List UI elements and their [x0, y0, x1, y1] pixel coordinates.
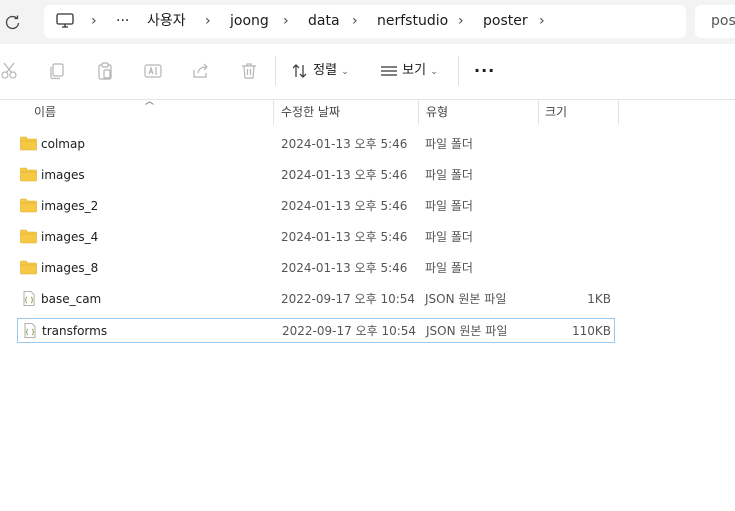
- chevron-down-icon: ⌄: [430, 67, 438, 77]
- file-size: 1KB: [587, 292, 611, 306]
- chevron-right-icon[interactable]: ›: [205, 5, 211, 38]
- folder-icon: [20, 136, 37, 151]
- file-date: 2024-01-13 오후 5:46: [281, 199, 408, 213]
- file-date: 2024-01-13 오후 5:46: [281, 168, 408, 182]
- file-size: 110KB: [571, 324, 611, 338]
- file-date: 2022-09-17 오후 10:54: [282, 324, 417, 338]
- column-header-name[interactable]: 이름: [34, 100, 56, 125]
- breadcrumb-poster[interactable]: poster: [483, 5, 528, 38]
- breadcrumb-nerfstudio[interactable]: nerfstudio: [377, 5, 448, 38]
- sort-ascending-icon: ︿: [145, 97, 155, 107]
- column-divider[interactable]: [538, 100, 539, 125]
- folder-icon: [20, 260, 37, 275]
- file-type: JSON 원본 파일: [426, 324, 508, 338]
- more-options-button[interactable]: ···: [474, 60, 495, 82]
- file-name: images_2: [41, 199, 99, 213]
- chevron-right-icon[interactable]: ›: [352, 5, 358, 38]
- breadcrumb-data[interactable]: data: [308, 5, 340, 38]
- file-type: JSON 원본 파일: [425, 292, 507, 306]
- breadcrumb-joong[interactable]: joong: [230, 5, 269, 38]
- paste-icon[interactable]: [95, 61, 115, 81]
- file-type: 파일 폴더: [425, 137, 473, 151]
- address-bar[interactable]: › ··· 사용자 › joong › data › nerfstudio › …: [44, 5, 686, 38]
- file-type: 파일 폴더: [425, 261, 473, 275]
- column-header-date[interactable]: 수정한 날짜: [281, 100, 340, 125]
- file-name: images_4: [41, 230, 99, 244]
- file-type: 파일 폴더: [425, 199, 473, 213]
- toolbar-divider: [275, 56, 276, 86]
- chevron-right-icon[interactable]: ›: [458, 5, 464, 38]
- file-name: transforms: [42, 324, 108, 338]
- list-item-colmap[interactable]: colmap 2024-01-13 오후 5:46 파일 폴더: [17, 132, 614, 156]
- delete-icon[interactable]: [239, 61, 259, 81]
- column-divider[interactable]: [618, 100, 619, 125]
- refresh-icon[interactable]: [4, 13, 22, 31]
- file-name: colmap: [41, 137, 85, 151]
- chevron-right-icon[interactable]: ›: [539, 5, 545, 38]
- json-file-icon: [21, 323, 38, 338]
- column-divider[interactable]: [418, 100, 419, 125]
- file-date: 2024-01-13 오후 5:46: [281, 137, 408, 151]
- chevron-right-icon[interactable]: ›: [283, 5, 289, 38]
- rename-icon[interactable]: [143, 61, 163, 81]
- folder-icon: [20, 167, 37, 182]
- file-name: images_8: [41, 261, 99, 275]
- file-name: images: [41, 168, 85, 182]
- folder-icon: [20, 229, 37, 244]
- chevron-down-icon: ⌄: [341, 67, 349, 77]
- list-item-images[interactable]: images 2024-01-13 오후 5:46 파일 폴더: [17, 163, 614, 187]
- computer-icon[interactable]: [56, 5, 74, 38]
- file-date: 2024-01-13 오후 5:46: [281, 230, 408, 244]
- breadcrumb-users[interactable]: 사용자: [147, 5, 186, 38]
- list-item-images-2[interactable]: images_2 2024-01-13 오후 5:46 파일 폴더: [17, 194, 614, 218]
- list-item-images-8[interactable]: images_8 2024-01-13 오후 5:46 파일 폴더: [17, 256, 614, 280]
- file-date: 2022-09-17 오후 10:54: [281, 292, 416, 306]
- column-header-size[interactable]: 크기: [545, 100, 567, 125]
- toolbar-divider: [458, 56, 459, 86]
- list-item-base-cam[interactable]: base_cam 2022-09-17 오후 10:54 JSON 원본 파일 …: [17, 287, 614, 311]
- chevron-right-icon[interactable]: ›: [91, 5, 97, 38]
- sort-icon: [292, 63, 307, 78]
- copy-icon[interactable]: [47, 61, 67, 81]
- file-type: 파일 폴더: [425, 230, 473, 244]
- sort-label: 정렬: [313, 63, 338, 78]
- share-icon[interactable]: [191, 61, 211, 81]
- sort-button[interactable]: 정렬 ⌄: [291, 60, 349, 82]
- command-bar: 정렬 ⌄ 보기 ⌄ ···: [0, 44, 735, 100]
- view-button[interactable]: 보기 ⌄: [380, 60, 438, 82]
- breadcrumb-ellipsis[interactable]: ···: [116, 5, 129, 38]
- view-label: 보기: [402, 63, 427, 78]
- list-item-transforms[interactable]: transforms 2022-09-17 오후 10:54 JSON 원본 파…: [17, 318, 615, 343]
- column-header-type[interactable]: 유형: [426, 100, 448, 125]
- cut-icon[interactable]: [0, 61, 20, 81]
- list-item-images-4[interactable]: images_4 2024-01-13 오후 5:46 파일 폴더: [17, 225, 614, 249]
- json-file-icon: [20, 291, 37, 306]
- folder-icon: [20, 198, 37, 213]
- file-type: 파일 폴더: [425, 168, 473, 182]
- search-input[interactable]: post: [695, 5, 735, 38]
- title-bar: › ··· 사용자 › joong › data › nerfstudio › …: [0, 0, 735, 44]
- file-date: 2024-01-13 오후 5:46: [281, 261, 408, 275]
- column-divider[interactable]: [273, 100, 274, 125]
- view-list-icon: [381, 65, 397, 76]
- file-name: base_cam: [41, 292, 102, 306]
